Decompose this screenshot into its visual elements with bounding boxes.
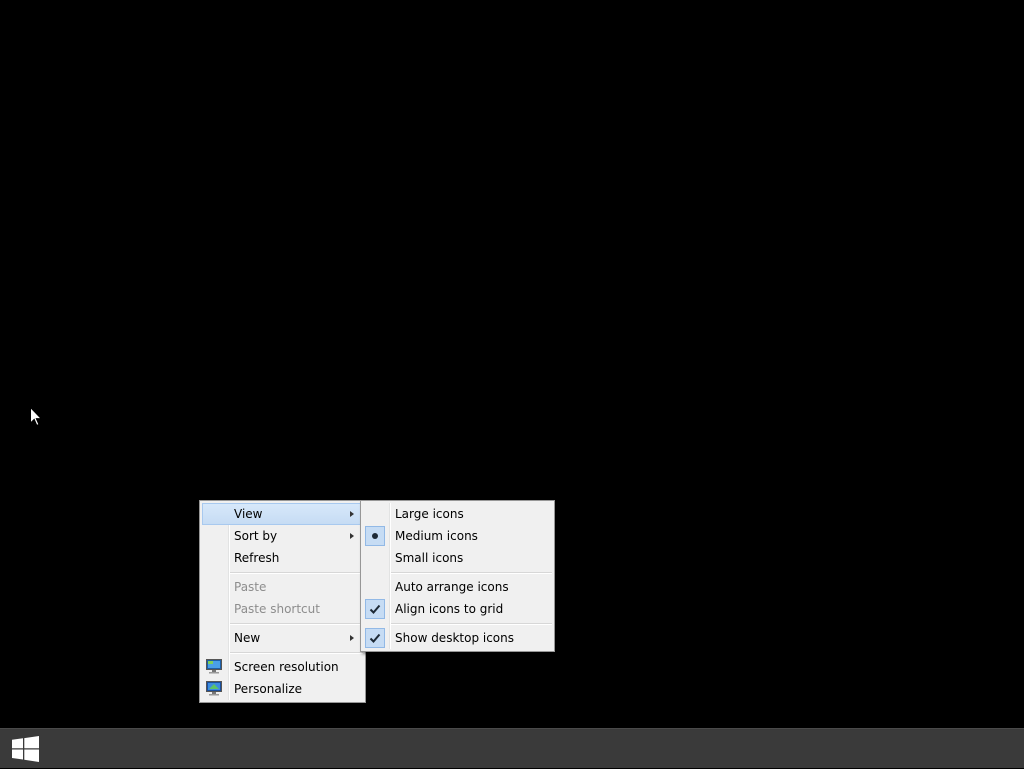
menu-item-small-icons[interactable]: Small icons <box>363 547 552 569</box>
submenu-arrow-icon <box>350 511 354 517</box>
menu-separator <box>391 572 552 574</box>
menu-item-personalize[interactable]: Personalize <box>202 678 363 700</box>
menu-item-auto-arrange-icons[interactable]: Auto arrange icons <box>363 576 552 598</box>
menu-item-label: Personalize <box>234 682 303 696</box>
menu-item-label: Align icons to grid <box>395 602 504 616</box>
menu-item-paste[interactable]: Paste <box>202 576 363 598</box>
menu-item-screen-resolution[interactable]: Screen resolution <box>202 656 363 678</box>
mouse-pointer-icon <box>30 407 42 426</box>
menu-item-medium-icons[interactable]: Medium icons <box>363 525 552 547</box>
menu-item-refresh[interactable]: Refresh <box>202 547 363 569</box>
start-button[interactable] <box>0 729 52 769</box>
menu-item-align-icons-to-grid[interactable]: Align icons to grid <box>363 598 552 620</box>
submenu-arrow-icon <box>350 635 354 641</box>
menu-item-new[interactable]: New <box>202 627 363 649</box>
menu-separator <box>230 572 363 574</box>
menu-separator <box>230 652 363 654</box>
menu-item-label: Paste shortcut <box>234 602 320 616</box>
desktop-context-menu: View Sort by Refresh Paste Paste shortcu… <box>199 500 366 703</box>
menu-separator <box>230 623 363 625</box>
menu-item-label: Screen resolution <box>234 660 339 674</box>
submenu-arrow-icon <box>350 533 354 539</box>
checkmark-icon <box>365 599 385 619</box>
menu-item-label: Paste <box>234 580 267 594</box>
menu-item-label: Sort by <box>234 529 278 543</box>
personalize-icon <box>206 681 222 696</box>
checkmark-icon <box>365 628 385 648</box>
screen-resolution-icon <box>206 659 222 674</box>
menu-item-view[interactable]: View <box>202 503 363 525</box>
menu-item-label: Show desktop icons <box>395 631 515 645</box>
menu-item-label: New <box>234 631 261 645</box>
menu-item-label: Small icons <box>395 551 464 565</box>
menu-item-show-desktop-icons[interactable]: Show desktop icons <box>363 627 552 649</box>
taskbar <box>0 728 1024 768</box>
menu-item-label: Large icons <box>395 507 464 521</box>
menu-item-label: Medium icons <box>395 529 478 543</box>
menu-item-label: View <box>234 507 263 521</box>
menu-item-paste-shortcut[interactable]: Paste shortcut <box>202 598 363 620</box>
view-submenu: Large icons Medium icons Small icons Aut… <box>360 500 555 652</box>
menu-item-large-icons[interactable]: Large icons <box>363 503 552 525</box>
windows-logo-icon <box>12 736 39 762</box>
radio-selected-icon <box>365 526 385 546</box>
menu-item-label: Auto arrange icons <box>395 580 509 594</box>
menu-item-label: Refresh <box>234 551 280 565</box>
menu-item-sort-by[interactable]: Sort by <box>202 525 363 547</box>
menu-separator <box>391 623 552 625</box>
